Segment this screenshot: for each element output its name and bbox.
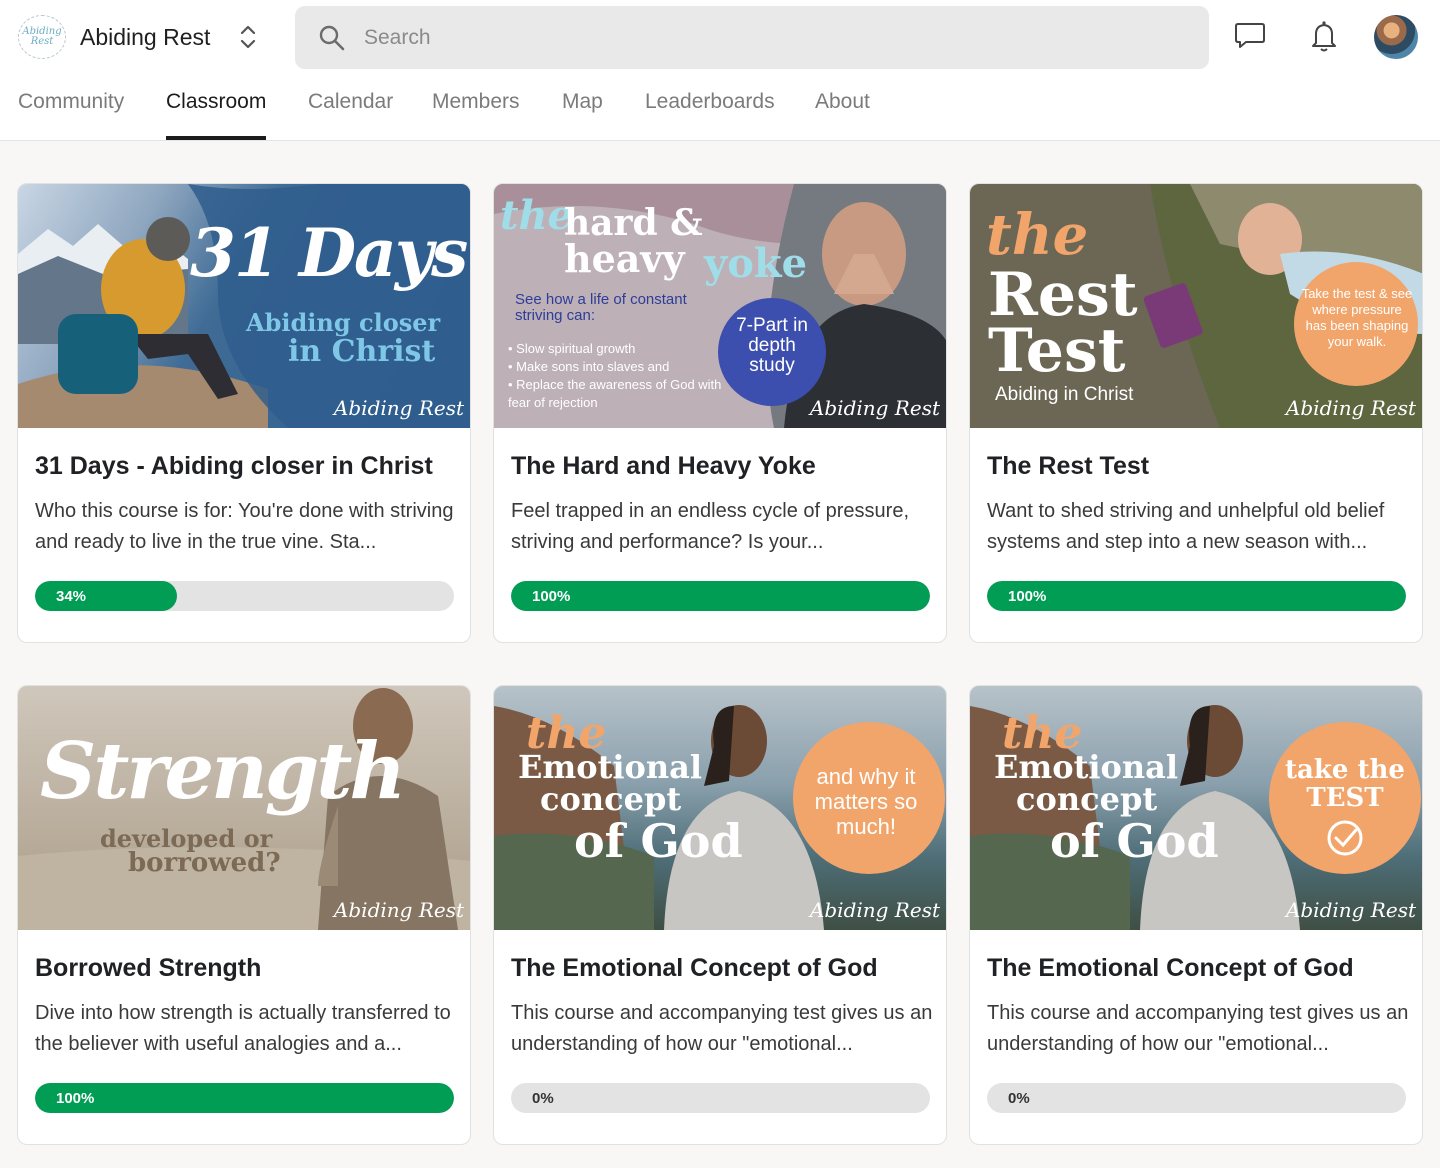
progress-bar: 0% (987, 1083, 1406, 1113)
course-cover-image[interactable]: the Emotional concept of God take the TE… (970, 686, 1422, 930)
tab-about[interactable]: About (815, 90, 870, 140)
course-cover-image[interactable]: 31 Days Abiding closer in Christ Abiding… (18, 184, 470, 428)
course-card[interactable]: 31 Days Abiding closer in Christ Abiding… (17, 183, 471, 643)
cover-title: Strength (40, 726, 406, 817)
search-input[interactable] (364, 25, 1124, 50)
course-cover-image[interactable]: the hard & heavy yoke See how a life of … (494, 184, 946, 428)
progress-fill (35, 1083, 454, 1113)
course-title[interactable]: 31 Days - Abiding closer in Christ (35, 452, 433, 481)
cover-title: heavy (564, 236, 685, 281)
cover-title: the (500, 192, 574, 239)
course-description: Feel trapped in an endless cycle of pres… (511, 500, 909, 553)
course-card[interactable]: the Rest Test Abiding in Christ Take the… (969, 183, 1423, 643)
cover-title: the (986, 202, 1089, 268)
community-logo[interactable]: Abiding Rest (18, 15, 66, 59)
cover-title: 31 Days (190, 214, 468, 292)
progress-label: 0% (1008, 1090, 1030, 1107)
course-card[interactable]: the hard & heavy yoke See how a life of … (493, 183, 947, 643)
course-title[interactable]: The Emotional Concept of God (987, 954, 1354, 983)
bell-icon[interactable] (1304, 16, 1344, 56)
user-avatar[interactable] (1374, 15, 1418, 59)
tab-community[interactable]: Community (18, 90, 124, 140)
progress-label: 100% (1008, 588, 1047, 605)
cover-subtitle: borrowed? (128, 848, 281, 878)
cover-badge: Take the test & see where pressure has b… (1301, 286, 1413, 349)
tab-leaderboards[interactable]: Leaderboards (645, 90, 775, 140)
cover-title: of God (1050, 814, 1219, 868)
cover-signature: Abiding Rest (1285, 898, 1416, 922)
cover-subtitle: Abiding in Christ (995, 384, 1134, 405)
progress-label: 100% (532, 588, 571, 605)
progress-bar: 0% (511, 1083, 930, 1113)
chevron-up-down-icon[interactable] (238, 22, 258, 52)
tab-calendar[interactable]: Calendar (308, 90, 393, 140)
search-bar[interactable] (295, 6, 1209, 69)
tab-classroom[interactable]: Classroom (166, 90, 267, 140)
progress-bar: 34% (35, 581, 454, 611)
progress-bar: 100% (35, 1083, 454, 1113)
search-icon (317, 23, 347, 53)
course-title[interactable]: Borrowed Strength (35, 954, 261, 983)
cover-badge: 7-Part in depth study (736, 315, 808, 376)
tab-members[interactable]: Members (432, 90, 520, 140)
course-description: This course and accompanying test gives … (511, 1002, 933, 1055)
cover-title: concept (1016, 780, 1158, 818)
course-description: Who this course is for: You're done with… (35, 500, 454, 553)
brand[interactable]: Abiding Rest Abiding Rest (18, 14, 258, 60)
cover-signature: Abiding Rest (333, 396, 464, 420)
cover-title: Test (988, 316, 1126, 386)
progress-fill (987, 581, 1406, 611)
progress-label: 34% (56, 588, 87, 605)
community-name[interactable]: Abiding Rest (80, 24, 210, 51)
cover-signature: Abiding Rest (333, 898, 464, 922)
cover-bullet: • Make sons into slaves and (508, 359, 670, 374)
chat-icon[interactable] (1230, 16, 1270, 56)
cover-signature: Abiding Rest (809, 898, 940, 922)
progress-fill (511, 581, 930, 611)
cover-signature: Abiding Rest (809, 396, 940, 420)
top-bar: Abiding Rest Abiding Rest Community Clas… (0, 0, 1440, 141)
nav-tabs: Community Classroom Calendar Members Map… (0, 78, 1440, 141)
course-cover-image[interactable]: the Rest Test Abiding in Christ Take the… (970, 184, 1422, 428)
cover-bullet: • Replace the awareness of God with fear… (508, 377, 722, 410)
course-description: Dive into how strength is actually trans… (35, 1002, 451, 1055)
cover-badge: take the TEST (1285, 755, 1405, 813)
cover-subtitle: Abiding closer (246, 308, 441, 337)
course-cover-image[interactable]: Strength developed or borrowed? Abiding … (18, 686, 470, 930)
cover-subtitle: See how a life of constant striving can: (515, 291, 687, 324)
course-title[interactable]: The Rest Test (987, 452, 1149, 481)
course-card[interactable]: Strength developed or borrowed? Abiding … (17, 685, 471, 1145)
cover-title: yoke (704, 240, 808, 287)
tab-map[interactable]: Map (562, 90, 603, 140)
progress-label: 100% (56, 1090, 95, 1107)
course-title[interactable]: The Hard and Heavy Yoke (511, 452, 816, 481)
progress-label: 0% (532, 1090, 554, 1107)
progress-bar: 100% (511, 581, 930, 611)
cover-title: concept (540, 780, 682, 818)
course-cover-image[interactable]: the Emotional concept of God and why it … (494, 686, 946, 930)
cover-subtitle: in Christ (288, 334, 436, 369)
course-title[interactable]: The Emotional Concept of God (511, 954, 878, 983)
cover-bullet: • Slow spiritual growth (508, 341, 636, 356)
course-card[interactable]: the Emotional concept of God take the TE… (969, 685, 1423, 1145)
course-description: Want to shed striving and unhelpful old … (987, 500, 1385, 553)
cover-badge: and why it matters so much! (814, 764, 918, 839)
cover-signature: Abiding Rest (1285, 396, 1416, 420)
cover-bullets: • Slow spiritual growth • Make sons into… (508, 340, 723, 412)
course-card[interactable]: the Emotional concept of God and why it … (493, 685, 947, 1145)
cover-title: of God (574, 814, 743, 868)
progress-bar: 100% (987, 581, 1406, 611)
course-description: This course and accompanying test gives … (987, 1002, 1409, 1055)
